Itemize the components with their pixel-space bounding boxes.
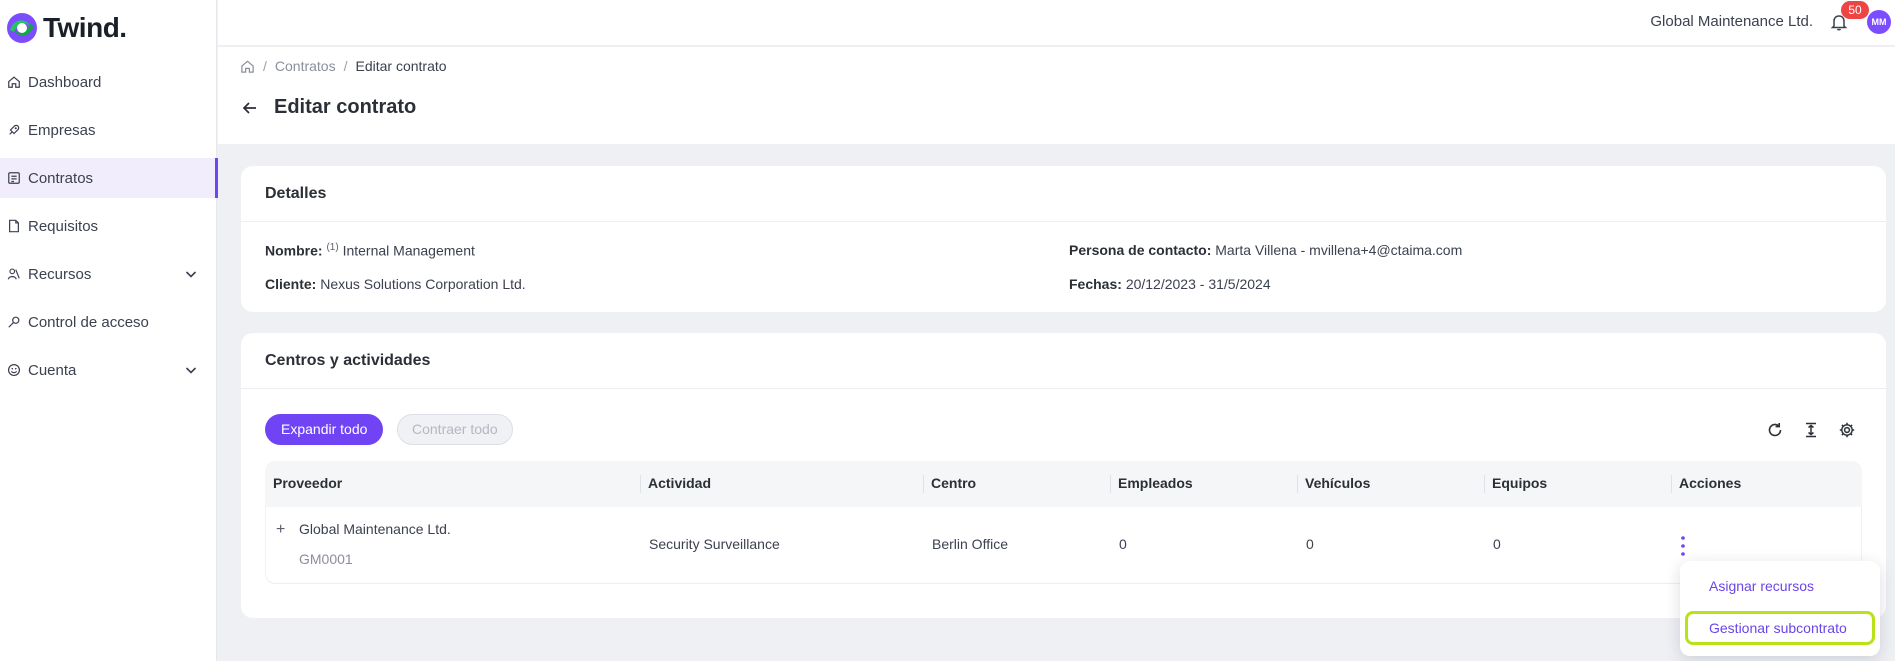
sidebar-item-contratos[interactable]: Contratos xyxy=(0,158,218,198)
sidebar-nav: Dashboard Empresas Contratos Requisitos … xyxy=(0,62,218,398)
nombre-value: Internal Management xyxy=(342,242,475,259)
column-header-vehiculos[interactable]: Vehículos xyxy=(1297,475,1370,493)
contacto-value: Marta Villena - mvillena+4@ctaima.com xyxy=(1215,242,1463,258)
column-header-proveedor[interactable]: Proveedor xyxy=(273,475,342,493)
sidebar-item-label: Empresas xyxy=(28,121,96,139)
contacto-label: Persona de contacto: xyxy=(1069,242,1212,258)
key-icon xyxy=(6,314,22,330)
sidebar-item-label: Requisitos xyxy=(28,217,99,235)
home-icon[interactable] xyxy=(240,59,255,74)
chevron-down-icon[interactable] xyxy=(183,266,199,282)
empleados-cell: 0 xyxy=(1119,536,1127,552)
centros-card: Centros y actividades Expandir todo Cont… xyxy=(241,333,1886,618)
kebab-menu-icon[interactable] xyxy=(1680,535,1686,557)
nombre-label: Nombre: xyxy=(265,242,323,259)
sidebar-item-label: Control de acceso xyxy=(28,313,149,331)
rocket-icon xyxy=(6,122,22,138)
contacto-field: Persona de contacto: Marta Villena - mvi… xyxy=(1069,242,1462,258)
centros-table: Proveedor Actividad Centro Empleados Veh… xyxy=(265,461,1862,584)
column-header-equipos[interactable]: Equipos xyxy=(1484,475,1547,493)
home-icon xyxy=(6,74,22,90)
chevron-down-icon[interactable] xyxy=(183,362,199,378)
fechas-value: 20/12/2023 - 31/5/2024 xyxy=(1125,276,1271,292)
sidebar-item-control-acceso[interactable]: Control de acceso xyxy=(0,302,217,342)
sidebar-item-dashboard[interactable]: Dashboard xyxy=(0,62,217,102)
fechas-field: Fechas: 20/12/2023 - 31/5/2024 xyxy=(1069,276,1271,292)
sidebar-item-requisitos[interactable]: Requisitos xyxy=(0,206,217,246)
breadcrumb-separator: / xyxy=(263,58,267,74)
sidebar-item-empresas[interactable]: Empresas xyxy=(0,110,217,150)
back-arrow-icon[interactable] xyxy=(240,98,260,118)
breadcrumb-current: Editar contrato xyxy=(355,58,447,74)
centro-cell: Berlin Office xyxy=(932,536,1008,552)
page-header: / Contratos / Editar contrato Editar con… xyxy=(218,47,1895,144)
cliente-label: Cliente: xyxy=(265,276,317,292)
top-bar: Global Maintenance Ltd. 50 MM xyxy=(218,0,1895,46)
proveedor-code: GM0001 xyxy=(299,551,353,567)
sidebar-item-label: Recursos xyxy=(28,265,92,283)
gear-icon[interactable] xyxy=(1838,421,1856,439)
table-header: Proveedor Actividad Centro Empleados Veh… xyxy=(265,461,1862,507)
sidebar-item-label: Cuenta xyxy=(28,361,77,379)
logo-text: Twind. xyxy=(43,12,127,43)
expand-all-button[interactable]: Expandir todo xyxy=(265,414,384,445)
breadcrumb-contratos[interactable]: Contratos xyxy=(275,58,336,74)
table-row: + Global Maintenance Ltd. GM0001 Securit… xyxy=(265,507,1862,584)
equipos-cell: 0 xyxy=(1493,536,1501,552)
proveedor-name: Global Maintenance Ltd. xyxy=(299,521,451,537)
sidebar-item-label: Dashboard xyxy=(28,73,102,91)
details-heading: Detalles xyxy=(241,166,1886,222)
smile-icon xyxy=(6,362,22,378)
twind-logo-icon xyxy=(7,13,37,43)
details-card: Detalles Nombre: (1) Internal Management… xyxy=(241,166,1886,312)
nombre-superscript: (1) xyxy=(326,242,339,253)
column-header-empleados[interactable]: Empleados xyxy=(1110,475,1193,493)
nombre-field: Nombre: (1) Internal Management xyxy=(265,242,475,259)
sidebar: Twind. Dashboard Empresas Contratos Requ… xyxy=(0,0,218,661)
breadcrumb: / Contratos / Editar contrato xyxy=(240,58,447,74)
menu-item-gestionar-subcontrato[interactable]: Gestionar subcontrato xyxy=(1685,611,1875,645)
company-selector[interactable]: Global Maintenance Ltd. xyxy=(1650,13,1813,30)
title-row: Editar contrato xyxy=(240,96,416,119)
fechas-label: Fechas: xyxy=(1069,276,1122,292)
notification-badge: 50 xyxy=(1841,1,1869,19)
sidebar-item-recursos[interactable]: Recursos xyxy=(0,254,217,294)
page-title: Editar contrato xyxy=(274,96,417,118)
column-header-actividad[interactable]: Actividad xyxy=(640,475,711,493)
contract-icon xyxy=(6,170,22,186)
refresh-icon[interactable] xyxy=(1766,421,1784,439)
collapse-all-button: Contraer todo xyxy=(397,414,513,445)
document-icon xyxy=(6,218,22,234)
column-header-acciones: Acciones xyxy=(1671,475,1741,493)
sidebar-item-label: Contratos xyxy=(28,169,94,187)
actividad-cell: Security Surveillance xyxy=(649,536,780,552)
users-icon xyxy=(6,266,22,282)
row-height-icon[interactable] xyxy=(1802,421,1820,439)
menu-item-asignar-recursos[interactable]: Asignar recursos xyxy=(1680,569,1880,603)
avatar[interactable]: MM xyxy=(1867,10,1891,34)
column-header-centro[interactable]: Centro xyxy=(923,475,976,493)
expand-row-icon[interactable]: + xyxy=(276,521,285,539)
sidebar-item-cuenta[interactable]: Cuenta xyxy=(0,350,217,390)
logo[interactable]: Twind. xyxy=(6,12,127,44)
vehiculos-cell: 0 xyxy=(1306,536,1314,552)
cliente-field: Cliente: Nexus Solutions Corporation Ltd… xyxy=(265,276,526,292)
row-actions-menu: Asignar recursos Gestionar subcontrato xyxy=(1680,561,1880,656)
cliente-value: Nexus Solutions Corporation Ltd. xyxy=(320,276,526,292)
centros-heading: Centros y actividades xyxy=(241,333,1886,389)
breadcrumb-separator: / xyxy=(343,58,348,74)
